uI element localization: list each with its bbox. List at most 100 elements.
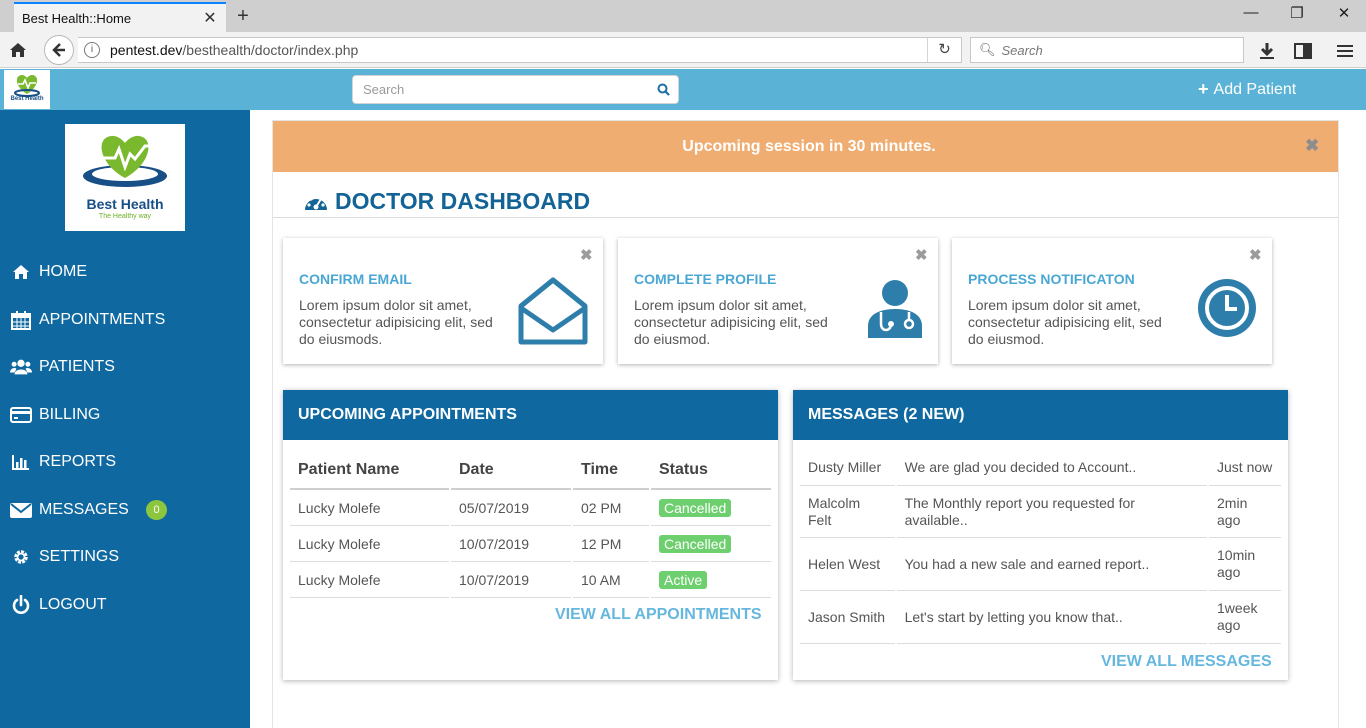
card-close-icon[interactable]: ✖ (580, 246, 593, 264)
sidebar-item-label: REPORTS (39, 453, 117, 470)
download-icon[interactable] (1257, 41, 1277, 61)
home-icon (10, 262, 32, 282)
message-preview: Let's start by letting you know that.. (896, 591, 1208, 644)
alert-text: Upcoming session in 30 minutes. (682, 138, 936, 155)
sidebar-item-patients[interactable]: PATIENTS (0, 347, 250, 387)
restore-icon[interactable]: ❐ (1286, 4, 1308, 22)
card-complete-profile: ✖ COMPLETE PROFILE Lorem ipsum dolor sit… (618, 238, 938, 364)
app-search-input[interactable] (363, 82, 648, 97)
minimize-icon[interactable]: — (1240, 4, 1262, 21)
view-all-messages-link[interactable]: VIEW ALL MESSAGES (1101, 653, 1272, 671)
card-close-icon[interactable]: ✖ (915, 246, 928, 264)
dashboard-gauge-icon (305, 194, 327, 210)
reload-icon[interactable]: ↻ (927, 38, 961, 62)
sidebar-item-label: HOME (39, 263, 87, 280)
message-row[interactable]: Malcolm Felt The Monthly report you requ… (800, 486, 1281, 538)
calendar-icon (10, 310, 32, 330)
window-close-icon[interactable]: ✕ (1333, 4, 1355, 22)
users-icon (10, 357, 32, 377)
sidebar-item-label: APPOINTMENTS (39, 311, 166, 328)
sidebar-item-logout[interactable]: LOGOUT (0, 585, 250, 625)
sidebar-item-reports[interactable]: REPORTS (0, 442, 250, 482)
message-row[interactable]: Jason Smith Let's start by letting you k… (800, 591, 1281, 644)
back-button[interactable] (44, 35, 74, 65)
status-badge: Active (659, 570, 708, 589)
messages-panel: MESSAGES (2 NEW) Dusty Miller We are gla… (793, 390, 1288, 680)
app-search-box (352, 75, 679, 104)
tab-close-icon[interactable]: ✕ (202, 8, 218, 28)
new-tab-icon[interactable]: + (234, 6, 252, 26)
browser-tab[interactable]: Best Health::Home ✕ (14, 2, 226, 32)
time-cell: 12 PM (573, 526, 649, 562)
add-patient-button[interactable]: + Add Patient (1198, 79, 1296, 100)
column-header: Time (573, 452, 649, 490)
messages-table: Dusty Miller We are glad you decided to … (798, 450, 1283, 644)
message-sender: Helen West (800, 538, 895, 591)
table-header-row: Patient Name Date Time Status (290, 452, 771, 490)
sidebar: Best Health The Healthy way HOME APPOINT… (0, 110, 250, 728)
status-cell: Active (651, 562, 771, 598)
gear-icon (10, 547, 32, 567)
sidebar-item-appointments[interactable]: APPOINTMENTS (0, 300, 250, 340)
message-preview: The Monthly report you requested for ava… (896, 486, 1208, 538)
message-row[interactable]: Helen West You had a new sale and earned… (800, 538, 1281, 591)
sidebar-item-label: PATIENTS (39, 358, 115, 375)
column-header: Patient Name (290, 452, 449, 490)
add-patient-label: Add Patient (1213, 80, 1297, 98)
search-icon: 🔍︎ (979, 42, 996, 57)
message-time: 1week ago (1209, 591, 1281, 644)
message-sender: Dusty Miller (800, 450, 895, 486)
table-row[interactable]: Lucky Molefe 05/07/2019 02 PM Cancelled (290, 490, 771, 526)
browser-search-placeholder: Search (1001, 42, 1043, 58)
table-row[interactable]: Lucky Molefe 10/07/2019 10 AM Active (290, 562, 771, 598)
message-preview: We are glad you decided to Account.. (896, 450, 1208, 486)
sidebar-item-label: BILLING (39, 406, 101, 423)
status-badge: Cancelled (659, 534, 732, 553)
card-text: Lorem ipsum dolor sit amet, consectetur … (634, 297, 828, 347)
browser-tab-strip: Best Health::Home ✕ + — ❐ ✕ (0, 0, 1366, 32)
sidebar-item-home[interactable]: HOME (0, 252, 250, 292)
envelope-icon (10, 500, 32, 520)
header-logo[interactable]: Best Health (4, 70, 50, 109)
patient-name-cell: Lucky Molefe (290, 526, 449, 562)
date-cell: 05/07/2019 (451, 490, 571, 526)
sidebar-item-billing[interactable]: BILLING (0, 395, 250, 435)
brand-logo[interactable]: Best Health The Healthy way (65, 124, 185, 231)
logo-heart-icon (14, 75, 40, 97)
search-icon (657, 83, 670, 96)
sidebar-item-messages[interactable]: MESSAGES 0 (0, 490, 250, 530)
card-close-icon[interactable]: ✖ (1249, 246, 1262, 264)
browser-search-box[interactable]: 🔍︎ Search (970, 37, 1244, 63)
card-text: Lorem ipsum dolor sit amet, consectetur … (968, 297, 1162, 347)
address-bar[interactable]: i pentest.dev/besthealth/doctor/index.ph… (78, 37, 962, 63)
sidebar-toggle-icon[interactable] (1293, 41, 1313, 61)
message-sender: Jason Smith (800, 591, 895, 644)
time-cell: 02 PM (573, 490, 649, 526)
message-preview: You had a new sale and earned report.. (896, 538, 1208, 591)
doctor-icon (868, 280, 922, 338)
browser-home-icon[interactable] (8, 40, 28, 60)
appointments-panel: UPCOMING APPOINTMENTS Patient Name Date … (283, 390, 778, 680)
brand-tagline: The Healthy way (98, 213, 152, 220)
logo-heart-icon (83, 135, 167, 187)
column-header: Status (651, 452, 771, 490)
view-all-appointments-link[interactable]: VIEW ALL APPOINTMENTS (555, 606, 762, 624)
app-search-button[interactable] (648, 75, 678, 104)
sidebar-item-settings[interactable]: SETTINGS (0, 537, 250, 577)
table-row[interactable]: Lucky Molefe 10/07/2019 12 PM Cancelled (290, 526, 771, 562)
message-sender: Malcolm Felt (800, 486, 895, 538)
sidebar-item-label: SETTINGS (39, 548, 120, 565)
card-process-notification: ✖ PROCESS NOTIFICATON Lorem ipsum dolor … (952, 238, 1272, 364)
panel-title: MESSAGES (2 NEW) (793, 390, 1288, 440)
patient-name-cell: Lucky Molefe (290, 562, 449, 598)
site-info-icon[interactable]: i (84, 42, 100, 58)
card-confirm-email: ✖ CONFIRM EMAIL Lorem ipsum dolor sit am… (283, 238, 603, 364)
alert-close-icon[interactable]: ✖ (1305, 136, 1319, 156)
message-row[interactable]: Dusty Miller We are glad you decided to … (800, 450, 1281, 486)
card-title: COMPLETE PROFILE (634, 271, 777, 287)
card-title: PROCESS NOTIFICATON (968, 271, 1135, 287)
card-text: Lorem ipsum dolor sit amet, consectetur … (299, 297, 493, 347)
menu-icon[interactable] (1335, 41, 1355, 61)
plus-icon: + (1198, 79, 1209, 99)
patient-name-cell: Lucky Molefe (290, 490, 449, 526)
